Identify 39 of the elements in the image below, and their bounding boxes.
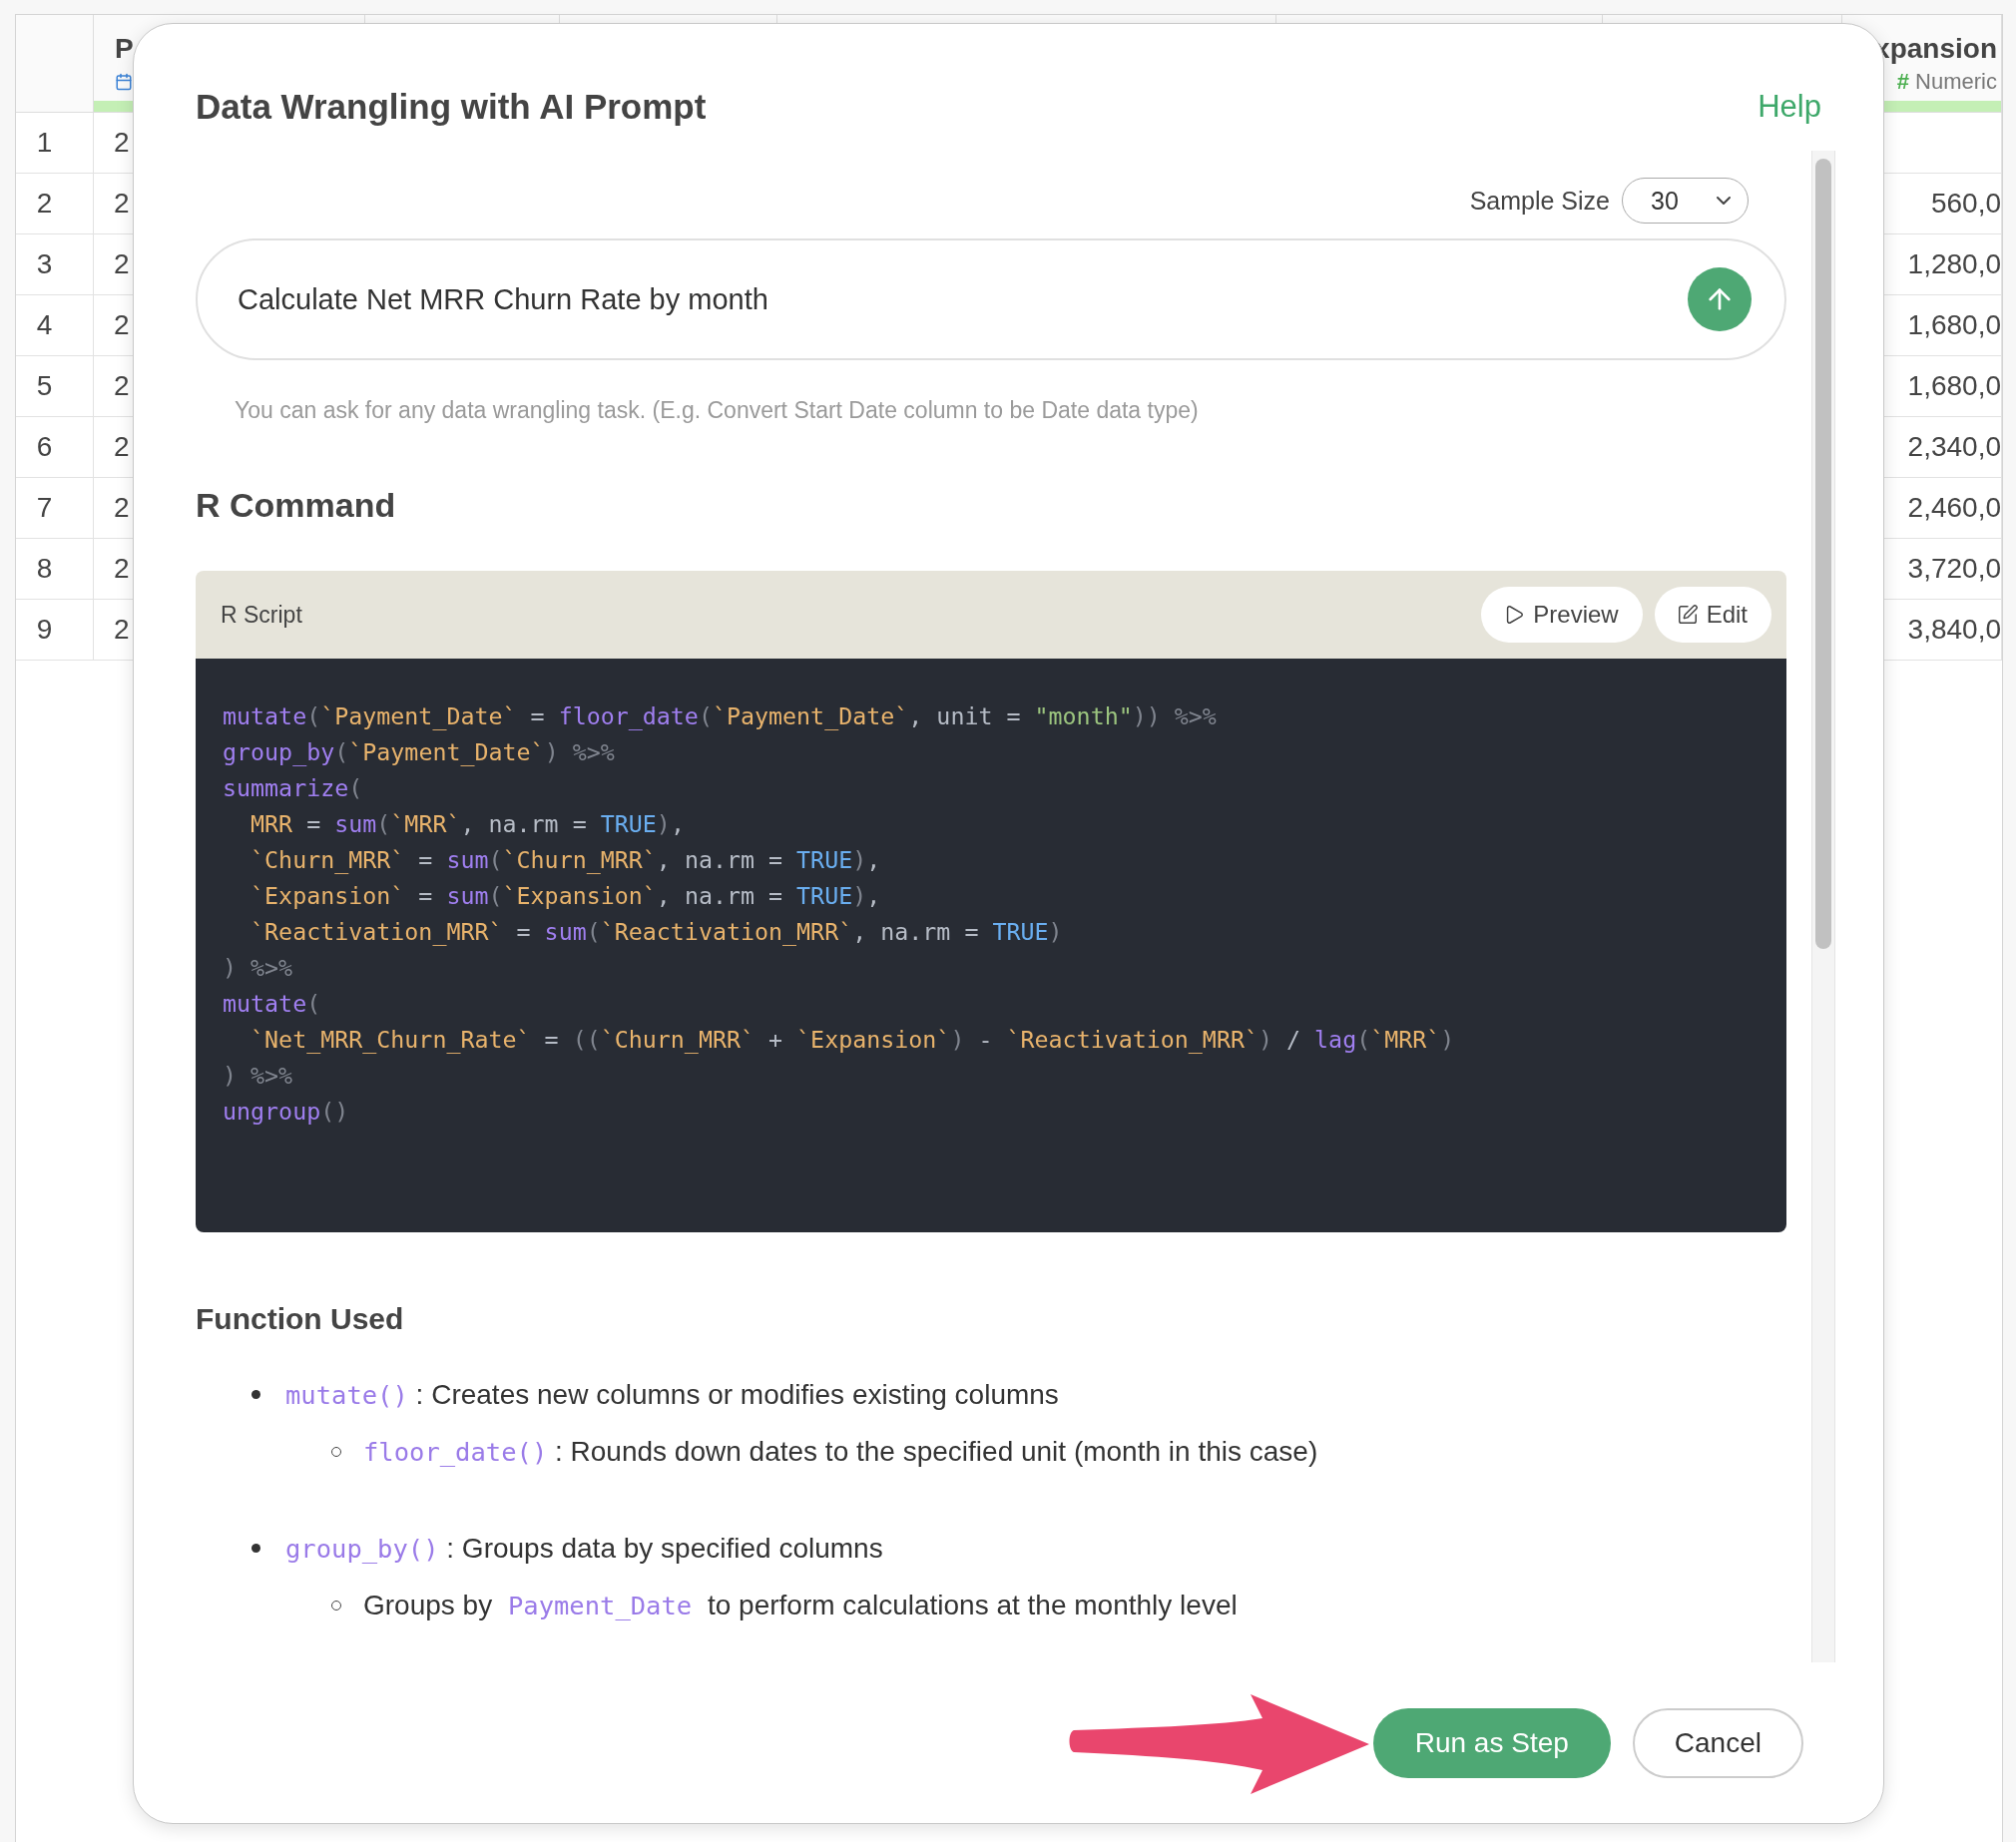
row-number: 9 [16, 600, 94, 661]
sample-size-label: Sample Size [1469, 186, 1610, 216]
column-header[interactable]: P [115, 33, 134, 65]
code-line: `Churn_MRR` = sum(`Churn_MRR`, na.rm = TRUE), [250, 845, 882, 876]
row-number: 1 [16, 113, 94, 174]
row-number: 3 [16, 234, 94, 295]
row-number: 6 [16, 417, 94, 478]
code-line: `Reactivation_MRR` = sum(`Reactivation_MRR`, na.rm = TRUE) [250, 917, 1064, 948]
code-line: ) %>% [223, 953, 294, 983]
code-line: group_by(`Payment_Date`) %>% [223, 737, 616, 768]
row-number: 5 [16, 356, 94, 417]
code-line: mutate(`Payment_Date` = floor_date(`Payment_Date`, unit = "month")) %>% [223, 701, 1218, 732]
code-line: `Expansion` = sum(`Expansion`, na.rm = TRUE), [250, 881, 882, 911]
scrollbar[interactable] [1811, 151, 1835, 1662]
edit-button[interactable]: Edit [1654, 587, 1771, 643]
list-item-text: mutate() : Creates new columns or modifies existing columns [285, 1378, 1059, 1411]
section-heading: Function Used [196, 1302, 405, 1336]
row-number: 8 [16, 539, 94, 600]
script-title: R Script [221, 601, 302, 629]
cancel-button[interactable]: Cancel [1632, 1707, 1803, 1778]
code-line: summarize( [223, 773, 364, 803]
bullet-icon [252, 1390, 260, 1399]
list-item-text: group_by() : Groups data by specified columns [285, 1532, 883, 1565]
list-item-text: Groups by Payment_Date to perform calculations at the monthly level [363, 1589, 1238, 1621]
bullet-icon [252, 1544, 260, 1553]
code-line: `Net_MRR_Churn_Rate` = ((`Churn_MRR` + `Expansion`) - `Reactivation_MRR`) / lag(`MRR`) [250, 1025, 1456, 1056]
preview-button[interactable]: Preview [1481, 587, 1643, 643]
prompt-field[interactable]: Calculate Net MRR Churn Rate by month [196, 238, 1786, 360]
calendar-icon [115, 73, 133, 91]
code-line: MRR = sum(`MRR`, na.rm = TRUE), [250, 809, 686, 839]
column-type-label: # Numeric [1896, 69, 1997, 95]
edit-icon [1676, 604, 1699, 626]
list-item-text: floor_date() : Rounds down dates to the specified unit (month in this case) [363, 1435, 1318, 1468]
row-number: 2 [16, 174, 94, 234]
code-line: ) %>% [223, 1061, 294, 1091]
code-line: ungroup() [223, 1097, 350, 1127]
row-number: 7 [16, 478, 94, 539]
code-line: mutate( [223, 989, 322, 1019]
row-number: 4 [16, 295, 94, 356]
